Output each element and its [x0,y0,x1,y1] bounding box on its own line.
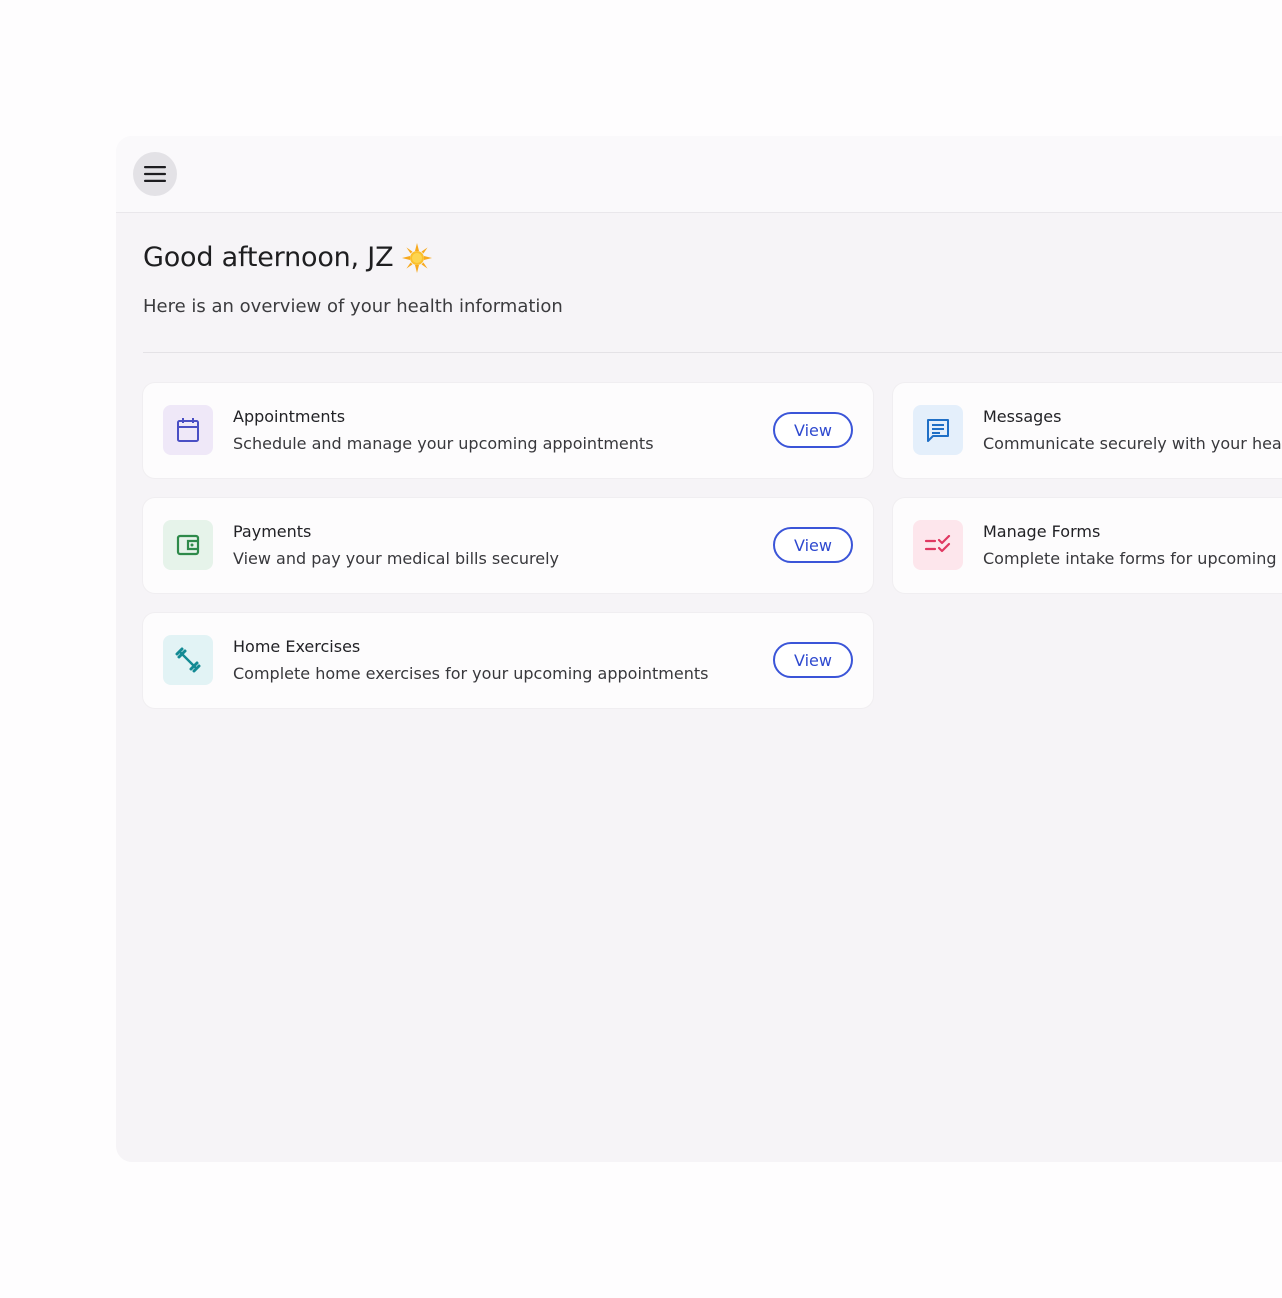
top-bar [116,136,1282,213]
dumbbell-icon [175,647,201,673]
card-description: Schedule and manage your upcoming appoin… [233,434,654,453]
card-manage-forms: Manage Forms Complete intake forms for u… [893,498,1282,593]
calendar-icon [176,417,200,443]
card-description: Complete home exercises for your upcomin… [233,664,709,683]
messages-icon-box [913,405,963,455]
card-description: View and pay your medical bills securely [233,549,559,568]
exercises-icon-box [163,635,213,685]
card-description: Communicate securely with your health [983,434,1282,453]
appointments-view-button[interactable]: View [773,412,853,448]
exercises-view-button[interactable]: View [773,642,853,678]
card-title: Messages [983,407,1062,426]
checklist-icon [924,535,952,555]
card-messages: Messages Communicate securely with your … [893,383,1282,478]
forms-icon-box [913,520,963,570]
card-title: Appointments [233,407,346,426]
card-description: Complete intake forms for upcoming ap [983,549,1282,568]
hamburger-icon [144,166,166,182]
divider [143,352,1282,353]
app-frame: Good afternoon, JZ Here is an overview o… [116,136,1282,1162]
sun-icon [402,242,433,273]
menu-button[interactable] [133,152,177,196]
page-subtitle: Here is an overview of your health infor… [143,296,563,317]
card-title: Payments [233,522,312,541]
appointments-icon-box [163,405,213,455]
card-title: Manage Forms [983,522,1101,541]
wallet-icon [176,534,200,556]
card-title: Home Exercises [233,637,361,656]
payments-view-button[interactable]: View [773,527,853,563]
payments-icon-box [163,520,213,570]
card-payments: Payments View and pay your medical bills… [143,498,873,593]
greeting-text: Good afternoon, JZ [143,242,394,273]
chat-icon [925,417,951,443]
card-home-exercises: Home Exercises Complete home exercises f… [143,613,873,708]
greeting-heading: Good afternoon, JZ [143,242,433,273]
card-appointments: Appointments Schedule and manage your up… [143,383,873,478]
